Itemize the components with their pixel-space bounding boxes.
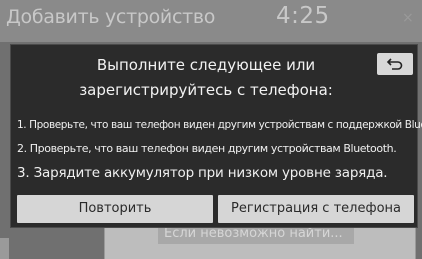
dialog-heading: Выполните следующее или зарегистрируйтес… xyxy=(11,53,401,103)
step-1: 1. Проверьте, что ваш телефон виден друг… xyxy=(17,119,422,131)
steps-list: 1. Проверьте, что ваш телефон виден друг… xyxy=(17,113,422,185)
back-button[interactable] xyxy=(377,53,413,75)
background-header: Добавить устройство 4:25 × xyxy=(0,0,422,42)
back-arrow-icon xyxy=(386,58,403,70)
background-edge xyxy=(0,238,9,259)
dialog-heading-line2: зарегистрируйтесь с телефона: xyxy=(79,81,333,99)
register-from-phone-button[interactable]: Регистрация с телефона xyxy=(218,195,414,223)
dialog-heading-line1: Выполните следующее или xyxy=(96,56,316,74)
screen: Добавить устройство 4:25 × Если невозмож… xyxy=(0,0,422,259)
step-3: 3. Зарядите аккумулятор при низком уровн… xyxy=(17,165,388,181)
close-icon: × xyxy=(402,10,414,26)
pairing-dialog: Выполните следующее или зарегистрируйтес… xyxy=(10,44,422,228)
background-title: Добавить устройство xyxy=(6,6,216,28)
step-2: 2. Проверьте, что ваш телефон виден друг… xyxy=(17,142,397,155)
retry-button[interactable]: Повторить xyxy=(17,195,213,223)
clock: 4:25 xyxy=(276,3,330,29)
